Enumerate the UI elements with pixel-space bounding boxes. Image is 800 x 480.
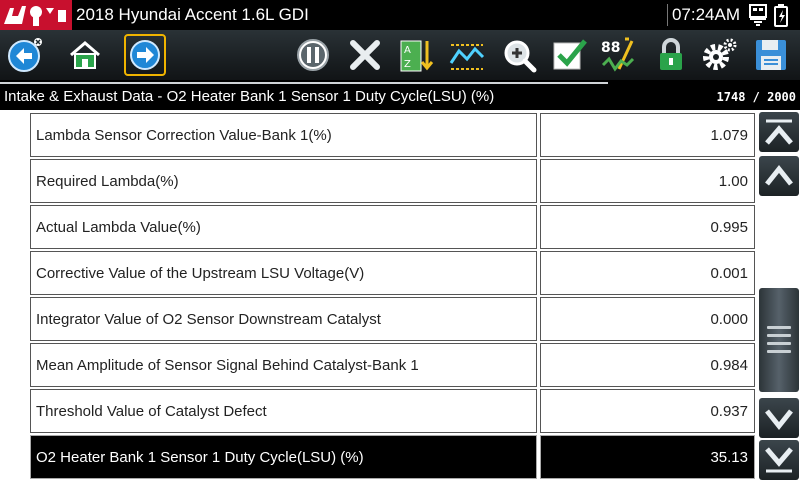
pid-value: 35.13 xyxy=(710,449,748,466)
pid-value: 1.00 xyxy=(718,173,748,190)
pid-name: Mean Amplitude of Sensor Signal Behind C… xyxy=(36,357,419,374)
svg-text:88: 88 xyxy=(601,40,620,56)
chevron-up-icon xyxy=(765,164,793,186)
pause-button[interactable] xyxy=(292,34,334,76)
sort-button[interactable]: A Z xyxy=(396,34,438,76)
scrollbar[interactable] xyxy=(758,110,800,480)
pause-icon xyxy=(297,39,329,71)
battery-icon xyxy=(774,4,788,27)
connection-icon xyxy=(749,4,767,26)
pid-value: 0.995 xyxy=(710,219,748,236)
clear-button[interactable] xyxy=(344,34,386,76)
pid-value-cell: 0.984 xyxy=(540,343,755,387)
list-item[interactable]: Required Lambda(%) 1.00 xyxy=(30,159,755,203)
sort-az-icon: A Z xyxy=(400,40,434,72)
graph-button[interactable] xyxy=(446,34,488,76)
pid-value-cell: 0.995 xyxy=(540,205,755,249)
pid-name-cell: Required Lambda(%) xyxy=(30,159,537,203)
select-button[interactable] xyxy=(548,34,590,76)
forward-arrow-icon xyxy=(130,40,160,70)
double-chevron-down-icon xyxy=(765,447,793,473)
pid-value: 0.001 xyxy=(710,265,748,282)
zoom-icon xyxy=(504,40,537,73)
pid-name-cell: Actual Lambda Value(%) xyxy=(30,205,537,249)
lock-icon xyxy=(660,38,682,70)
x-icon xyxy=(350,40,380,70)
pid-name-cell: O2 Heater Bank 1 Sensor 1 Duty Cycle(LSU… xyxy=(30,435,537,479)
breadcrumb-progress-line xyxy=(0,82,608,84)
scroll-bottom-button[interactable] xyxy=(759,440,799,480)
pid-value-cell: 0.001 xyxy=(540,251,755,295)
breadcrumb: Intake & Exhaust Data - O2 Heater Bank 1… xyxy=(4,88,495,105)
units-button[interactable]: 88 xyxy=(598,34,640,76)
checkmark-icon xyxy=(553,39,587,70)
pid-value: 0.984 xyxy=(710,357,748,374)
pid-value-cell: 0.937 xyxy=(540,389,755,433)
pid-name: Threshold Value of Catalyst Defect xyxy=(36,403,267,420)
title-divider xyxy=(667,4,668,26)
svg-text:Z: Z xyxy=(404,59,411,70)
pid-name: Actual Lambda Value(%) xyxy=(36,219,201,236)
pid-value-cell: 1.079 xyxy=(540,113,755,157)
pid-name-cell: Mean Amplitude of Sensor Signal Behind C… xyxy=(30,343,537,387)
app-logo-icon xyxy=(0,0,72,30)
pid-name: Lambda Sensor Correction Value-Bank 1(%) xyxy=(36,127,332,144)
zoom-button[interactable] xyxy=(498,34,540,76)
back-button[interactable] xyxy=(4,34,46,76)
pid-name: Integrator Value of O2 Sensor Downstream… xyxy=(36,311,381,328)
toolbar: A Z 88 xyxy=(0,30,800,80)
list-item[interactable]: Lambda Sensor Correction Value-Bank 1(%)… xyxy=(30,113,755,157)
back-arrow-icon xyxy=(8,38,42,72)
pid-value-cell: 1.00 xyxy=(540,159,755,203)
title-bar: 2018 Hyundai Accent 1.6L GDI 07:24AM xyxy=(0,0,800,30)
pid-name-cell: Integrator Value of O2 Sensor Downstream… xyxy=(30,297,537,341)
home-button[interactable] xyxy=(64,34,106,76)
pid-name: O2 Heater Bank 1 Sensor 1 Duty Cycle(LSU… xyxy=(36,449,364,466)
pid-name-cell: Corrective Value of the Upstream LSU Vol… xyxy=(30,251,537,295)
list-item[interactable]: Integrator Value of O2 Sensor Downstream… xyxy=(30,297,755,341)
scroll-up-button[interactable] xyxy=(759,156,799,196)
pid-name-cell: Threshold Value of Catalyst Defect xyxy=(30,389,537,433)
pid-value-cell: 35.13 xyxy=(540,435,755,479)
pid-name-cell: Lambda Sensor Correction Value-Bank 1(%) xyxy=(30,113,537,157)
list-item[interactable]: Actual Lambda Value(%) 0.995 xyxy=(30,205,755,249)
chevron-down-icon xyxy=(765,409,793,431)
gear-icon xyxy=(703,38,737,70)
record-counter: 1748 / 2000 xyxy=(716,90,796,104)
settings-button[interactable] xyxy=(698,34,740,76)
list-item[interactable]: Mean Amplitude of Sensor Signal Behind C… xyxy=(30,343,755,387)
status-icons xyxy=(744,2,796,28)
scroll-top-button[interactable] xyxy=(759,112,799,152)
graph-icon xyxy=(449,44,485,70)
scroll-thumb[interactable] xyxy=(759,288,799,392)
floppy-disk-icon xyxy=(756,40,786,70)
pid-value: 0.937 xyxy=(710,403,748,420)
list-item[interactable]: Threshold Value of Catalyst Defect 0.937 xyxy=(30,389,755,433)
scroll-down-button[interactable] xyxy=(759,398,799,438)
svg-text:A: A xyxy=(404,45,411,56)
save-button[interactable] xyxy=(750,34,792,76)
pid-list: Lambda Sensor Correction Value-Bank 1(%)… xyxy=(0,112,758,480)
pid-name: Corrective Value of the Upstream LSU Vol… xyxy=(36,265,365,282)
units-88-icon: 88 xyxy=(601,37,635,72)
double-chevron-up-icon xyxy=(765,119,793,145)
vehicle-title: 2018 Hyundai Accent 1.6L GDI xyxy=(76,5,309,24)
forward-button[interactable] xyxy=(124,34,166,76)
pid-name: Required Lambda(%) xyxy=(36,173,179,190)
list-item-selected[interactable]: O2 Heater Bank 1 Sensor 1 Duty Cycle(LSU… xyxy=(30,435,755,479)
home-icon xyxy=(70,41,100,69)
clock: 07:24AM xyxy=(671,5,740,24)
pid-value-cell: 0.000 xyxy=(540,297,755,341)
lock-button[interactable] xyxy=(650,34,692,76)
pid-value: 0.000 xyxy=(710,311,748,328)
list-item[interactable]: Corrective Value of the Upstream LSU Vol… xyxy=(30,251,755,295)
pid-value: 1.079 xyxy=(710,127,748,144)
